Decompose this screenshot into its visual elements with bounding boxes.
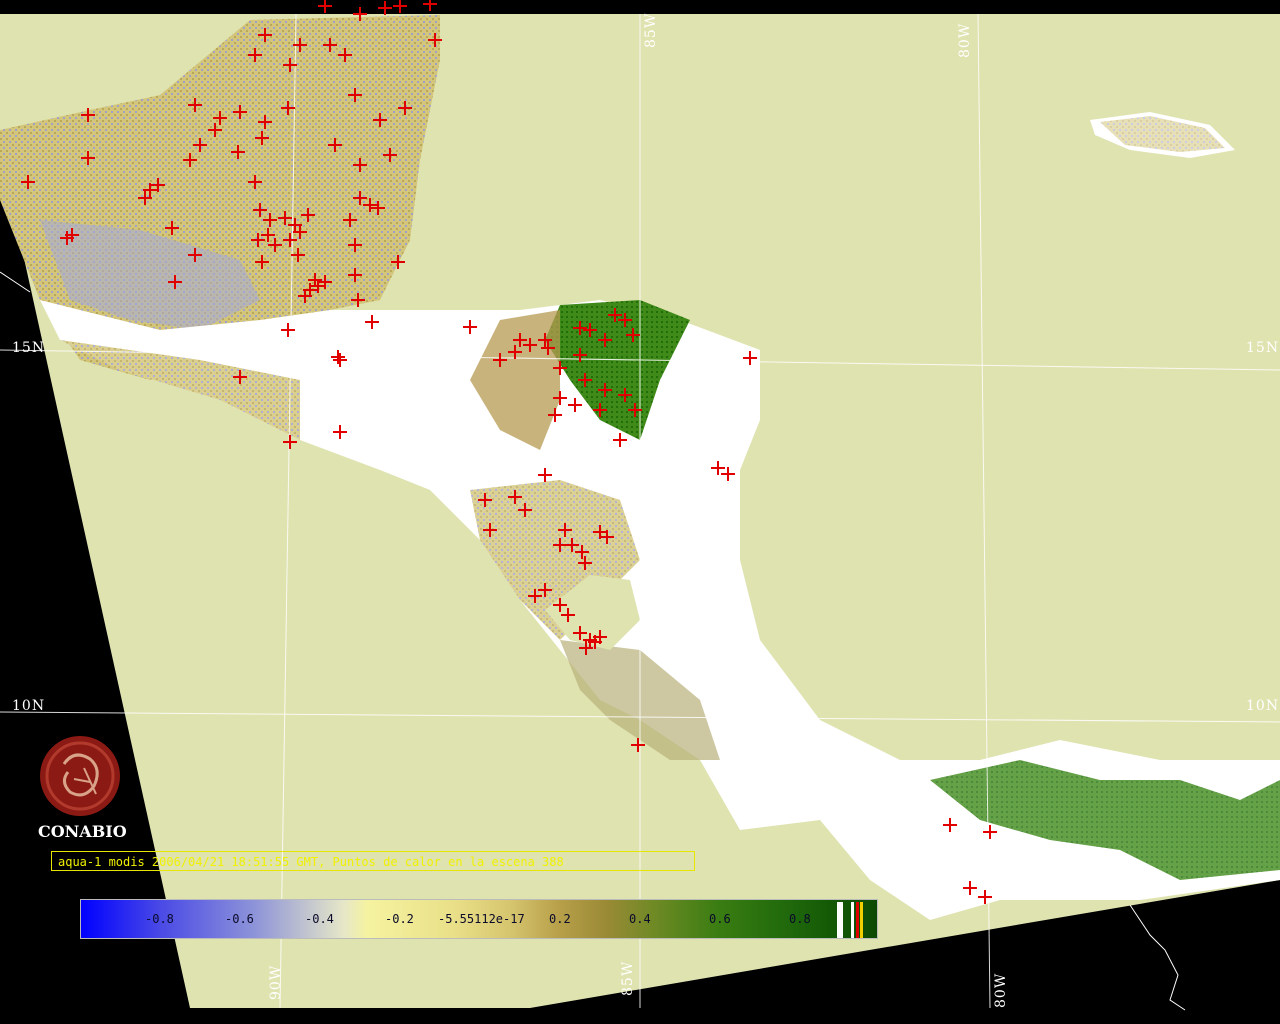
colorbar-fire-swatch	[856, 902, 859, 938]
lon-label-80w-bottom: 80W	[993, 972, 1009, 1008]
colorbar-tick: -0.4	[305, 912, 334, 926]
colorbar-cloud-swatch	[837, 902, 843, 938]
colorbar-tick: 0.8	[789, 912, 811, 926]
lat-label-15n-right: 15N	[1246, 340, 1280, 356]
coastline-south-america	[1129, 904, 1186, 1011]
colorbar-tick: -0.8	[145, 912, 174, 926]
lon-label-85w-top: 85W	[643, 12, 659, 48]
colorbar-swatch	[851, 902, 854, 938]
conabio-logo-text: CONABIO	[38, 822, 127, 841]
top-black-strip	[0, 0, 1280, 14]
scene-caption: aqua-1 modis 2006/04/21 18:51:55 GMT, Pu…	[51, 851, 695, 871]
colorbar-tick: 0.2	[549, 912, 571, 926]
colorbar-tick: -0.6	[225, 912, 254, 926]
colorbar-tick: -0.2	[385, 912, 414, 926]
lat-label-10n-right: 10N	[1246, 698, 1280, 714]
lon-label-85w-bottom: 85W	[620, 960, 636, 996]
lat-label-15n-left: 15N	[12, 340, 46, 356]
colorbar-tick: 0.6	[709, 912, 731, 926]
colorbar-swatch	[860, 902, 863, 938]
lon-label-90w-bottom: 90W	[268, 964, 284, 1000]
lat-label-10n-left: 10N	[12, 698, 46, 714]
lon-label-80w-top: 80W	[957, 22, 973, 58]
ndvi-colorbar: -0.8 -0.6 -0.4 -0.2 -5.55112e-17 0.2 0.4…	[80, 899, 878, 939]
colorbar-tick: -5.55112e-17	[438, 912, 525, 926]
coastline-mexico	[0, 271, 31, 293]
satellite-map-view: 15N 10N 15N 10N 85W 80W 90W 85W 80W CONA…	[0, 0, 1280, 1024]
colorbar-tick: 0.4	[629, 912, 651, 926]
